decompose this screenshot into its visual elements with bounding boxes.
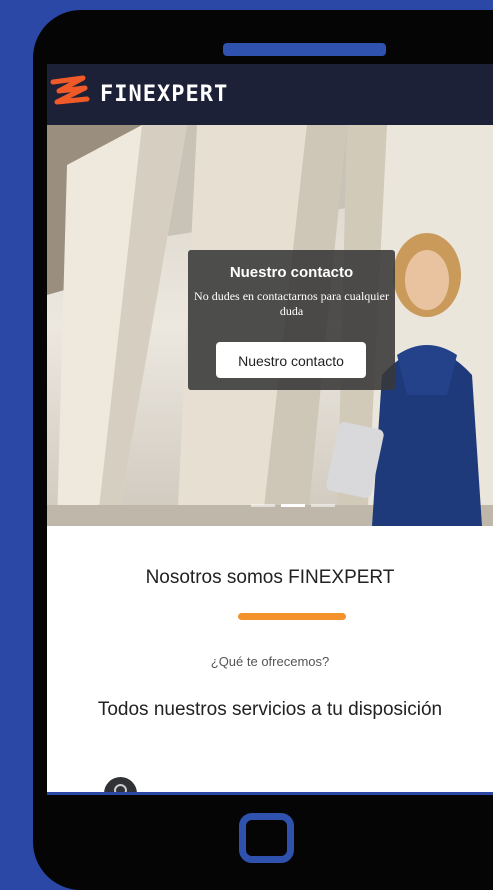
carousel-indicator[interactable] — [311, 504, 335, 507]
offer-subtitle: ¿Qué te ofrecemos? — [210, 654, 330, 669]
services-title: Todos nuestros servicios a tu disposició… — [97, 699, 443, 720]
about-title: Nosotros somos FINEXPERT — [145, 567, 395, 588]
home-button-icon[interactable] — [239, 813, 294, 863]
phone-speaker — [223, 43, 386, 56]
contact-button[interactable]: Nuestro contacto — [216, 342, 366, 378]
phone-screen: FINEXPERT Nuestro contacto No dudes en c… — [47, 64, 493, 794]
accent-divider — [238, 613, 346, 620]
finexpert-logo-icon[interactable] — [47, 74, 95, 114]
carousel-indicator-active[interactable] — [281, 504, 305, 507]
contact-overlay-card: Nuestro contacto No dudes en contactarno… — [188, 250, 395, 390]
screen-bottom-edge — [47, 792, 493, 795]
carousel-indicator[interactable] — [251, 504, 275, 507]
brand-name[interactable]: FINEXPERT — [100, 82, 228, 107]
overlay-text: No dudes en contactarnos para cualquier … — [194, 289, 389, 318]
navbar: FINEXPERT — [47, 64, 493, 125]
overlay-title: Nuestro contacto — [229, 264, 354, 281]
hero-carousel: Nuestro contacto No dudes en contactarno… — [47, 125, 493, 526]
